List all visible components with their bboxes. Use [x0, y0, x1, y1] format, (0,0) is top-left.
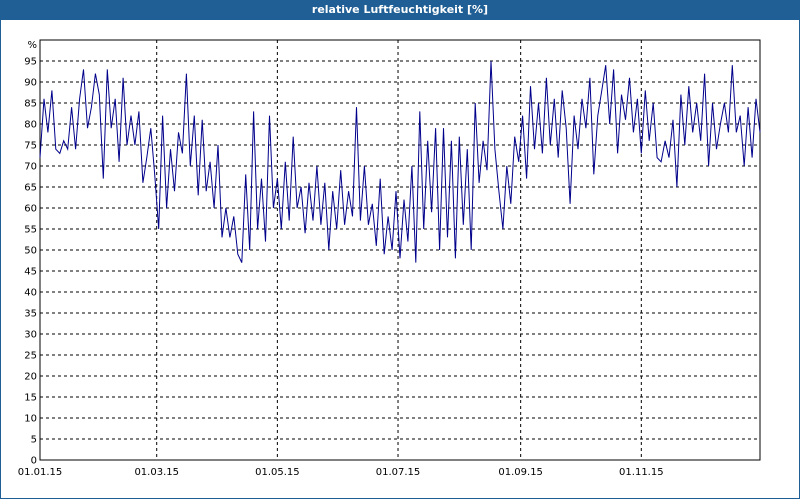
- y-tick-label: 60: [24, 204, 37, 215]
- y-axis-label: %: [27, 40, 37, 51]
- chart-window: relative Luftfeuchtigkeit [%] 0 5 10 15 20 25…: [0, 0, 800, 500]
- y-tick-label: 85: [24, 99, 37, 110]
- x-axis-tick-labels: 01.01.15 01.03.15 01.05.15 01.07.15 01.09.15…: [18, 467, 664, 478]
- y-tick-label: 0: [31, 456, 37, 467]
- y-tick-label: 55: [24, 225, 37, 236]
- x-tick-label: 01.11.15: [619, 467, 664, 478]
- y-tick-label: 70: [24, 162, 37, 173]
- humidity-line-chart: 0 5 10 15 20 25 30 35 40 45 50 55 60 65 70 75 80 85 90 95 0…: [18, 39, 761, 478]
- y-tick-label: 10: [24, 414, 37, 425]
- x-tick-label: 01.07.15: [376, 467, 421, 478]
- x-tick-label: 01.05.15: [255, 467, 300, 478]
- y-tick-label: 80: [24, 120, 37, 131]
- y-tick-label: 45: [24, 267, 37, 278]
- y-axis-tick-labels: 0 5 10 15 20 25 30 35 40 45 50 55 60 65 70 75 80 85 90 95: [24, 57, 37, 467]
- y-tick-label: 5: [31, 435, 37, 446]
- x-tick-label: 01.09.15: [498, 467, 543, 478]
- y-tick-label: 35: [24, 309, 37, 320]
- y-tick-label: 25: [24, 351, 37, 362]
- y-tick-label: 50: [24, 246, 37, 257]
- y-tick-label: 75: [24, 141, 37, 152]
- y-tick-label: 30: [24, 330, 37, 341]
- y-tick-label: 40: [24, 288, 37, 299]
- x-tick-label: 01.01.15: [18, 467, 63, 478]
- y-tick-label: 15: [24, 393, 37, 404]
- y-tick-label: 20: [24, 372, 37, 383]
- y-tick-label: 95: [24, 57, 37, 68]
- x-tick-label: 01.03.15: [134, 467, 179, 478]
- y-tick-label: 65: [24, 183, 37, 194]
- y-tick-label: 90: [24, 78, 37, 89]
